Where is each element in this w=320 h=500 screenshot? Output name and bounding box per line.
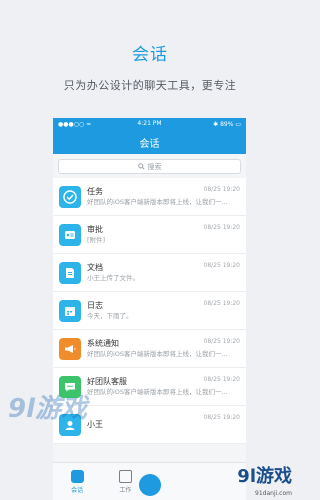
compose-button[interactable] xyxy=(139,474,161,496)
watermark-left: 9l游戏 xyxy=(8,388,87,425)
conversation-time: 08/25 19:20 xyxy=(203,338,241,345)
watermark-right: 9l游戏 91danji.com xyxy=(237,462,292,497)
conversation-row-system-notice[interactable]: 系统通知 好团队的iOS客户端新版本即将上线，让我们一... 08/25 19:… xyxy=(53,330,246,368)
nav-bar: 会话 xyxy=(53,130,246,154)
conversation-preview: 小王上传了文件。 xyxy=(87,274,139,282)
megaphone-icon xyxy=(59,337,81,360)
tab-chat-label: 会话 xyxy=(71,486,84,494)
promo-title: 会话 xyxy=(132,45,168,65)
conversation-preview: 好团队的iOS客户端新版本即将上线，让我们一... xyxy=(87,198,228,206)
conversation-time: 08/25 19:20 xyxy=(203,186,241,193)
document-icon xyxy=(59,261,81,284)
conversation-time: 08/25 19:20 xyxy=(203,262,241,269)
watermark-right-domain: 91danji.com xyxy=(255,490,292,497)
conversation-row-log[interactable]: 日志 今天，下雨了。 08/25 19:20 xyxy=(53,292,246,330)
check-icon xyxy=(59,185,81,208)
conversation-preview: [附件] xyxy=(87,236,106,244)
status-bar: ●●●○○ ≈ 4:21 PM ✱ 89% ▭ xyxy=(53,118,246,130)
search-input[interactable]: 搜索 xyxy=(58,159,241,174)
search-placeholder: 搜索 xyxy=(147,162,162,171)
approval-icon xyxy=(59,223,81,246)
work-tab-icon xyxy=(118,469,132,483)
nav-title: 会话 xyxy=(139,138,160,150)
conversation-preview: 好团队的iOS客户端新版本即将上线，让我们一... xyxy=(87,350,228,358)
conversation-row-document[interactable]: 文档 小王上传了文件。 08/25 19:20 xyxy=(53,254,246,292)
watermark-left-brand: 9l游戏 xyxy=(8,394,88,424)
conversation-row-task[interactable]: 任务 好团队的iOS客户端新版本即将上线，让我们一... 08/25 19:20 xyxy=(53,178,246,216)
calendar-icon xyxy=(59,299,81,322)
conversation-time: 08/25 19:20 xyxy=(203,300,241,307)
chat-tab-icon xyxy=(70,469,84,483)
tab-chat[interactable]: 会话 xyxy=(53,463,101,500)
phone-screen: ●●●○○ ≈ 4:21 PM ✱ 89% ▭ 会话 搜索 任务 好团队的iOS… xyxy=(53,118,246,500)
promo-subtitle: 只为办公设计的聊天工具，更专注 xyxy=(63,79,237,92)
conversation-preview: 今天，下雨了。 xyxy=(87,312,133,320)
tab-work-label: 工作 xyxy=(119,486,132,494)
conversation-time: 08/25 19:20 xyxy=(203,224,241,231)
status-time: 4:21 PM xyxy=(137,120,162,127)
search-icon xyxy=(137,163,145,170)
watermark-right-brand: 9l游戏 xyxy=(237,466,292,487)
conversation-row-approval[interactable]: 审批 [附件] 08/25 19:20 xyxy=(53,216,246,254)
search-container: 搜索 xyxy=(53,154,246,178)
conversation-preview: 好团队的iOS客户端新版本即将上线，让我们一... xyxy=(87,388,228,396)
conversation-time: 08/25 19:20 xyxy=(203,414,241,421)
conversation-time: 08/25 19:20 xyxy=(203,376,241,383)
